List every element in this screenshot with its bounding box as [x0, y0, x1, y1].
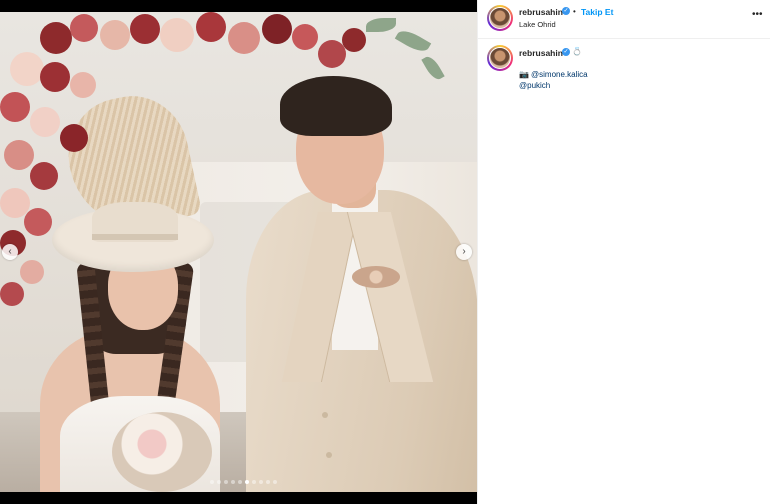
carousel-dot	[224, 480, 228, 484]
carousel-dot	[238, 480, 242, 484]
carousel-dot	[273, 480, 277, 484]
post-sidebar: rebrusahin ✓ • Takip Et Lake Ohrid ••• r…	[477, 0, 770, 504]
carousel-dot	[259, 480, 263, 484]
caption-verified-badge-icon: ✓	[562, 48, 570, 56]
secondary-mention[interactable]: @pukich	[519, 81, 550, 90]
more-options-icon[interactable]: •••	[752, 9, 763, 20]
camera-icon: 📷	[519, 70, 529, 79]
carousel-dot	[217, 480, 221, 484]
carousel-dot	[210, 480, 214, 484]
post-location[interactable]: Lake Ohrid	[519, 20, 556, 29]
post-media: ‹ ›	[0, 0, 477, 504]
carousel-dot	[231, 480, 235, 484]
carousel-indicator	[210, 480, 277, 484]
carousel-prev-button[interactable]: ‹	[2, 244, 18, 260]
carousel-next-button[interactable]: ›	[456, 244, 472, 260]
caption-avatar[interactable]	[487, 45, 513, 71]
wedding-photo	[0, 12, 477, 492]
author-username[interactable]: rebrusahin	[519, 7, 563, 17]
carousel-dot	[252, 480, 256, 484]
verified-badge-icon: ✓	[562, 7, 570, 15]
carousel-dot	[245, 480, 249, 484]
carousel-dot	[266, 480, 270, 484]
post-header: rebrusahin ✓ • Takip Et Lake Ohrid •••	[478, 0, 770, 39]
boutonniere	[352, 266, 400, 288]
avatar[interactable]	[487, 5, 513, 31]
follow-button[interactable]: Takip Et	[581, 7, 613, 17]
caption-username[interactable]: rebrusahin	[519, 48, 563, 58]
bouquet	[112, 412, 212, 492]
ring-emoji: 💍	[572, 47, 582, 56]
header-separator: •	[573, 7, 576, 16]
photographer-mention[interactable]: @simone.kalica	[531, 70, 588, 79]
